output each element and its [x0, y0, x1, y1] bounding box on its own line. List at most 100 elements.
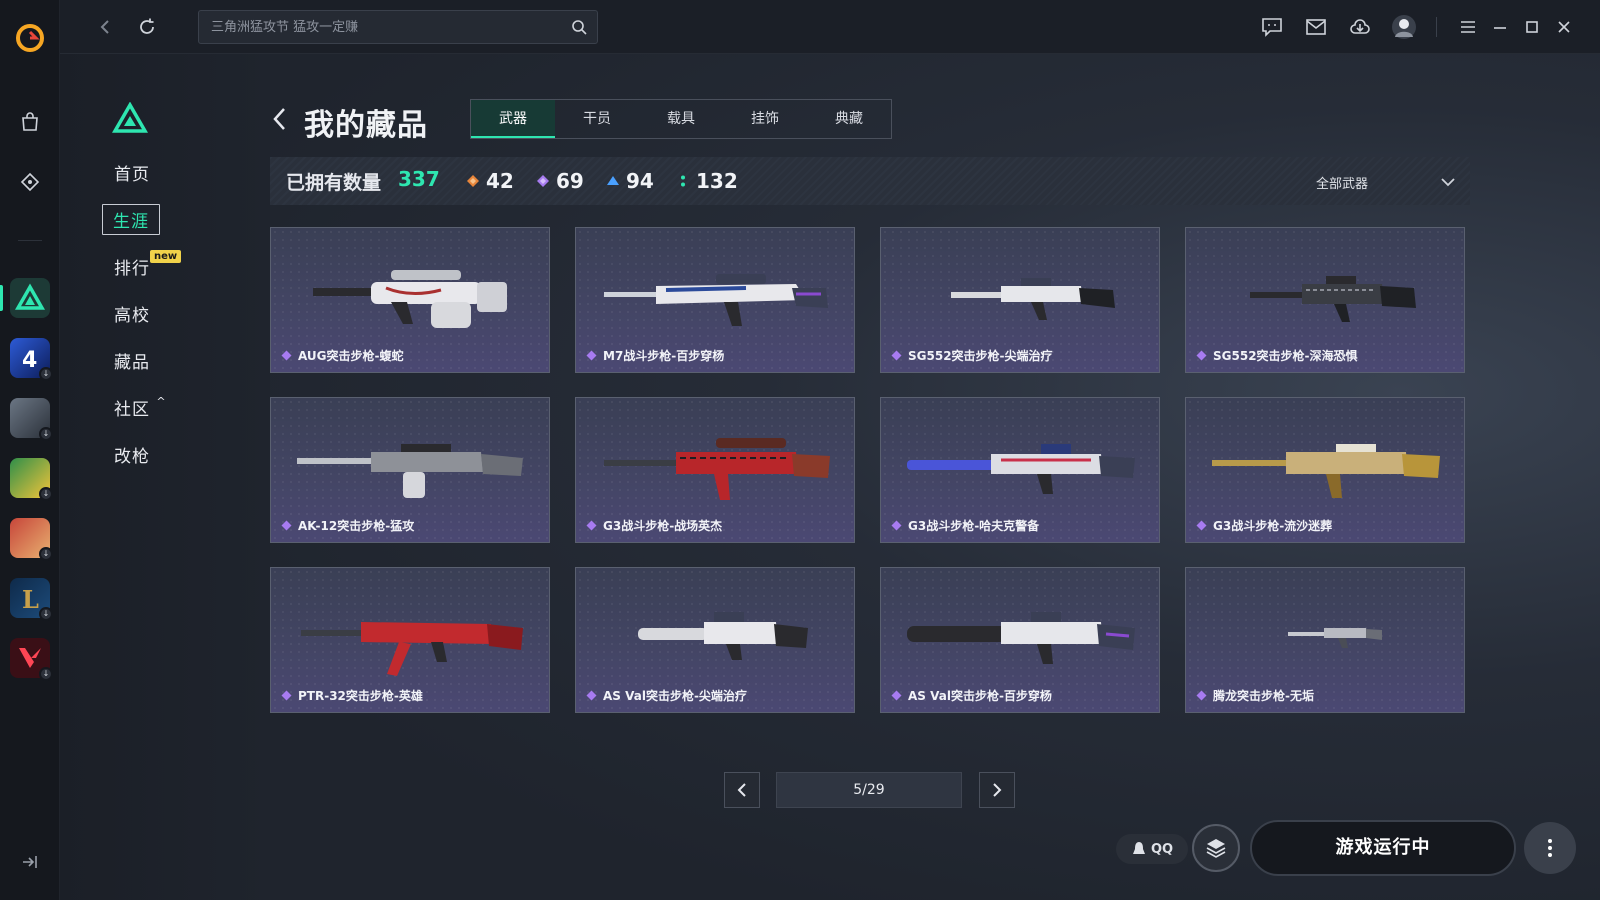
weapon-card[interactable]: AS Val突击步枪-百步穿杨 — [880, 567, 1160, 713]
weapon-card[interactable]: G3战斗步枪-战场英杰 — [575, 397, 855, 543]
download-badge-icon: ↓ — [39, 667, 53, 681]
purple-gem-icon — [586, 350, 597, 361]
tab-charms[interactable]: 挂饰 — [723, 100, 807, 138]
top-bar — [60, 0, 1600, 54]
purple-gem-icon — [586, 690, 597, 701]
weapon-name: G3战斗步枪-哈夫克警备 — [891, 517, 1039, 534]
game-4-icon[interactable]: 4 ↓ — [10, 338, 53, 381]
next-page-button[interactable] — [979, 772, 1015, 808]
weapon-name: PTR-32突击步枪-英雄 — [281, 687, 423, 704]
app-logo-icon[interactable] — [14, 22, 46, 54]
game-fantasy-icon[interactable]: ↓ — [10, 518, 53, 561]
tab-operators[interactable]: 干员 — [555, 100, 639, 138]
league-game-icon[interactable]: L ↓ — [10, 578, 53, 621]
close-icon[interactable] — [1552, 15, 1576, 39]
search-icon[interactable] — [571, 19, 587, 35]
rail-active-indicator — [0, 285, 3, 311]
user-avatar[interactable] — [1392, 15, 1416, 39]
store-bag-icon[interactable] — [14, 106, 46, 138]
download-icon[interactable] — [1348, 15, 1372, 39]
weapon-card[interactable]: AUG突击步枪-蝮蛇 — [270, 227, 550, 373]
delta-force-logo-icon — [112, 102, 148, 133]
weapon-card[interactable]: AS Val突击步枪-尖端治疗 — [575, 567, 855, 713]
nav-item-community-label: 社区 — [114, 400, 150, 420]
purple-gem-icon — [586, 520, 597, 531]
purple-gem-icon — [281, 690, 292, 701]
weapon-name: AUG突击步枪-蝮蛇 — [281, 347, 404, 364]
tab-vehicles[interactable]: 载具 — [639, 100, 723, 138]
purple-gem-icon — [1196, 350, 1207, 361]
purple-gem-icon — [891, 690, 902, 701]
purple-gem-icon — [1196, 520, 1207, 531]
qq-label: QQ — [1150, 841, 1174, 857]
download-badge-icon: ↓ — [39, 427, 53, 441]
nav-item-home[interactable]: 首页 — [114, 160, 150, 185]
purple-gem-icon — [1196, 690, 1207, 701]
chevron-left-icon — [737, 783, 746, 797]
back-icon[interactable] — [92, 14, 118, 40]
accelerator-button[interactable] — [1192, 824, 1240, 872]
purple-gem-icon — [891, 350, 902, 361]
weapon-image — [907, 444, 1135, 494]
game-tag-icon[interactable] — [14, 166, 46, 198]
weapon-name: SG552突击步枪-深海恐惧 — [1196, 347, 1358, 364]
weapon-image — [907, 612, 1135, 664]
qq-button[interactable]: QQ — [1116, 834, 1188, 864]
weapon-name: AK-12突击步枪-猛攻 — [281, 517, 414, 534]
main-content: 我的藏品 武器 干员 载具 挂饰 典藏 已拥有数量 337 42 69 94 1… — [270, 54, 1600, 900]
valorant-game-icon[interactable]: ↓ — [10, 638, 53, 681]
delta-force-game-icon[interactable] — [10, 278, 50, 318]
download-badge-icon: ↓ — [39, 487, 53, 501]
nav-item-college[interactable]: 高校 — [114, 301, 150, 326]
mail-icon[interactable] — [1304, 15, 1328, 39]
purple-gem-icon — [281, 350, 292, 361]
search-input[interactable] — [199, 11, 559, 43]
weapon-name: M7战斗步枪-百步穿杨 — [586, 347, 724, 364]
download-badge-icon: ↓ — [39, 367, 53, 381]
weapon-card[interactable]: 腾龙突击步枪-无垢 — [1185, 567, 1465, 713]
qq-penguin-icon — [1132, 842, 1145, 854]
weapon-card[interactable]: G3战斗步枪-哈夫克警备 — [880, 397, 1160, 543]
tab-weapons[interactable]: 武器 — [471, 100, 555, 138]
purple-gem-icon — [281, 520, 292, 531]
back-arrow-icon[interactable] — [270, 106, 290, 132]
weapon-filter-value: 全部武器 — [1316, 177, 1369, 192]
new-badge: new — [150, 250, 182, 263]
svg-text:L: L — [22, 585, 39, 614]
maximize-icon[interactable] — [1520, 15, 1544, 39]
expand-rail-icon[interactable] — [20, 853, 40, 871]
minimize-icon[interactable] — [1488, 15, 1512, 39]
weapon-card[interactable]: AK-12突击步枪-猛攻 — [270, 397, 550, 543]
weapon-card[interactable]: SG552突击步枪-尖端治疗 — [880, 227, 1160, 373]
green-gem-icon — [681, 175, 685, 187]
weapon-name: 腾龙突击步枪-无垢 — [1196, 687, 1314, 704]
nav-item-gunsmith[interactable]: 改枪 — [114, 442, 150, 467]
weapon-name: G3战斗步枪-流沙迷葬 — [1196, 517, 1332, 534]
more-options-icon[interactable] — [1524, 822, 1576, 874]
weapon-card[interactable]: SG552突击步枪-深海恐惧 — [1185, 227, 1465, 373]
svg-text:4: 4 — [22, 348, 37, 373]
tier-count-orange: 42 — [466, 169, 514, 193]
nav-item-career[interactable]: 生涯 — [102, 204, 160, 235]
game-cartoon-icon[interactable]: ↓ — [10, 458, 53, 501]
layers-icon — [1206, 839, 1226, 858]
chevron-right-icon — [993, 783, 1002, 797]
refresh-icon[interactable] — [134, 14, 160, 40]
owned-count-label: 已拥有数量 — [286, 172, 382, 194]
nav-item-ranking[interactable]: 排行 — [114, 254, 150, 279]
game-running-button[interactable]: 游戏运行中 — [1250, 820, 1516, 876]
nav-item-community[interactable]: 社区 ^ — [114, 395, 167, 420]
weapon-card[interactable]: G3战斗步枪-流沙迷葬 — [1185, 397, 1465, 543]
weapon-card[interactable]: M7战斗步枪-百步穿杨 — [575, 227, 855, 373]
weapon-card[interactable]: PTR-32突击步枪-英雄 — [270, 567, 550, 713]
owned-count-total: 337 — [398, 167, 440, 191]
weapon-filter-dropdown[interactable]: 全部武器 — [1316, 171, 1456, 193]
menu-icon[interactable] — [1456, 15, 1480, 39]
nav-item-collection[interactable]: 藏品 — [114, 348, 150, 373]
weapon-image — [604, 274, 828, 326]
prev-page-button[interactable] — [724, 772, 760, 808]
tab-archive[interactable]: 典藏 — [807, 100, 891, 138]
game-soldier-icon[interactable]: ↓ — [10, 398, 53, 441]
chat-icon[interactable] — [1260, 15, 1284, 39]
download-badge-icon: ↓ — [39, 607, 53, 621]
